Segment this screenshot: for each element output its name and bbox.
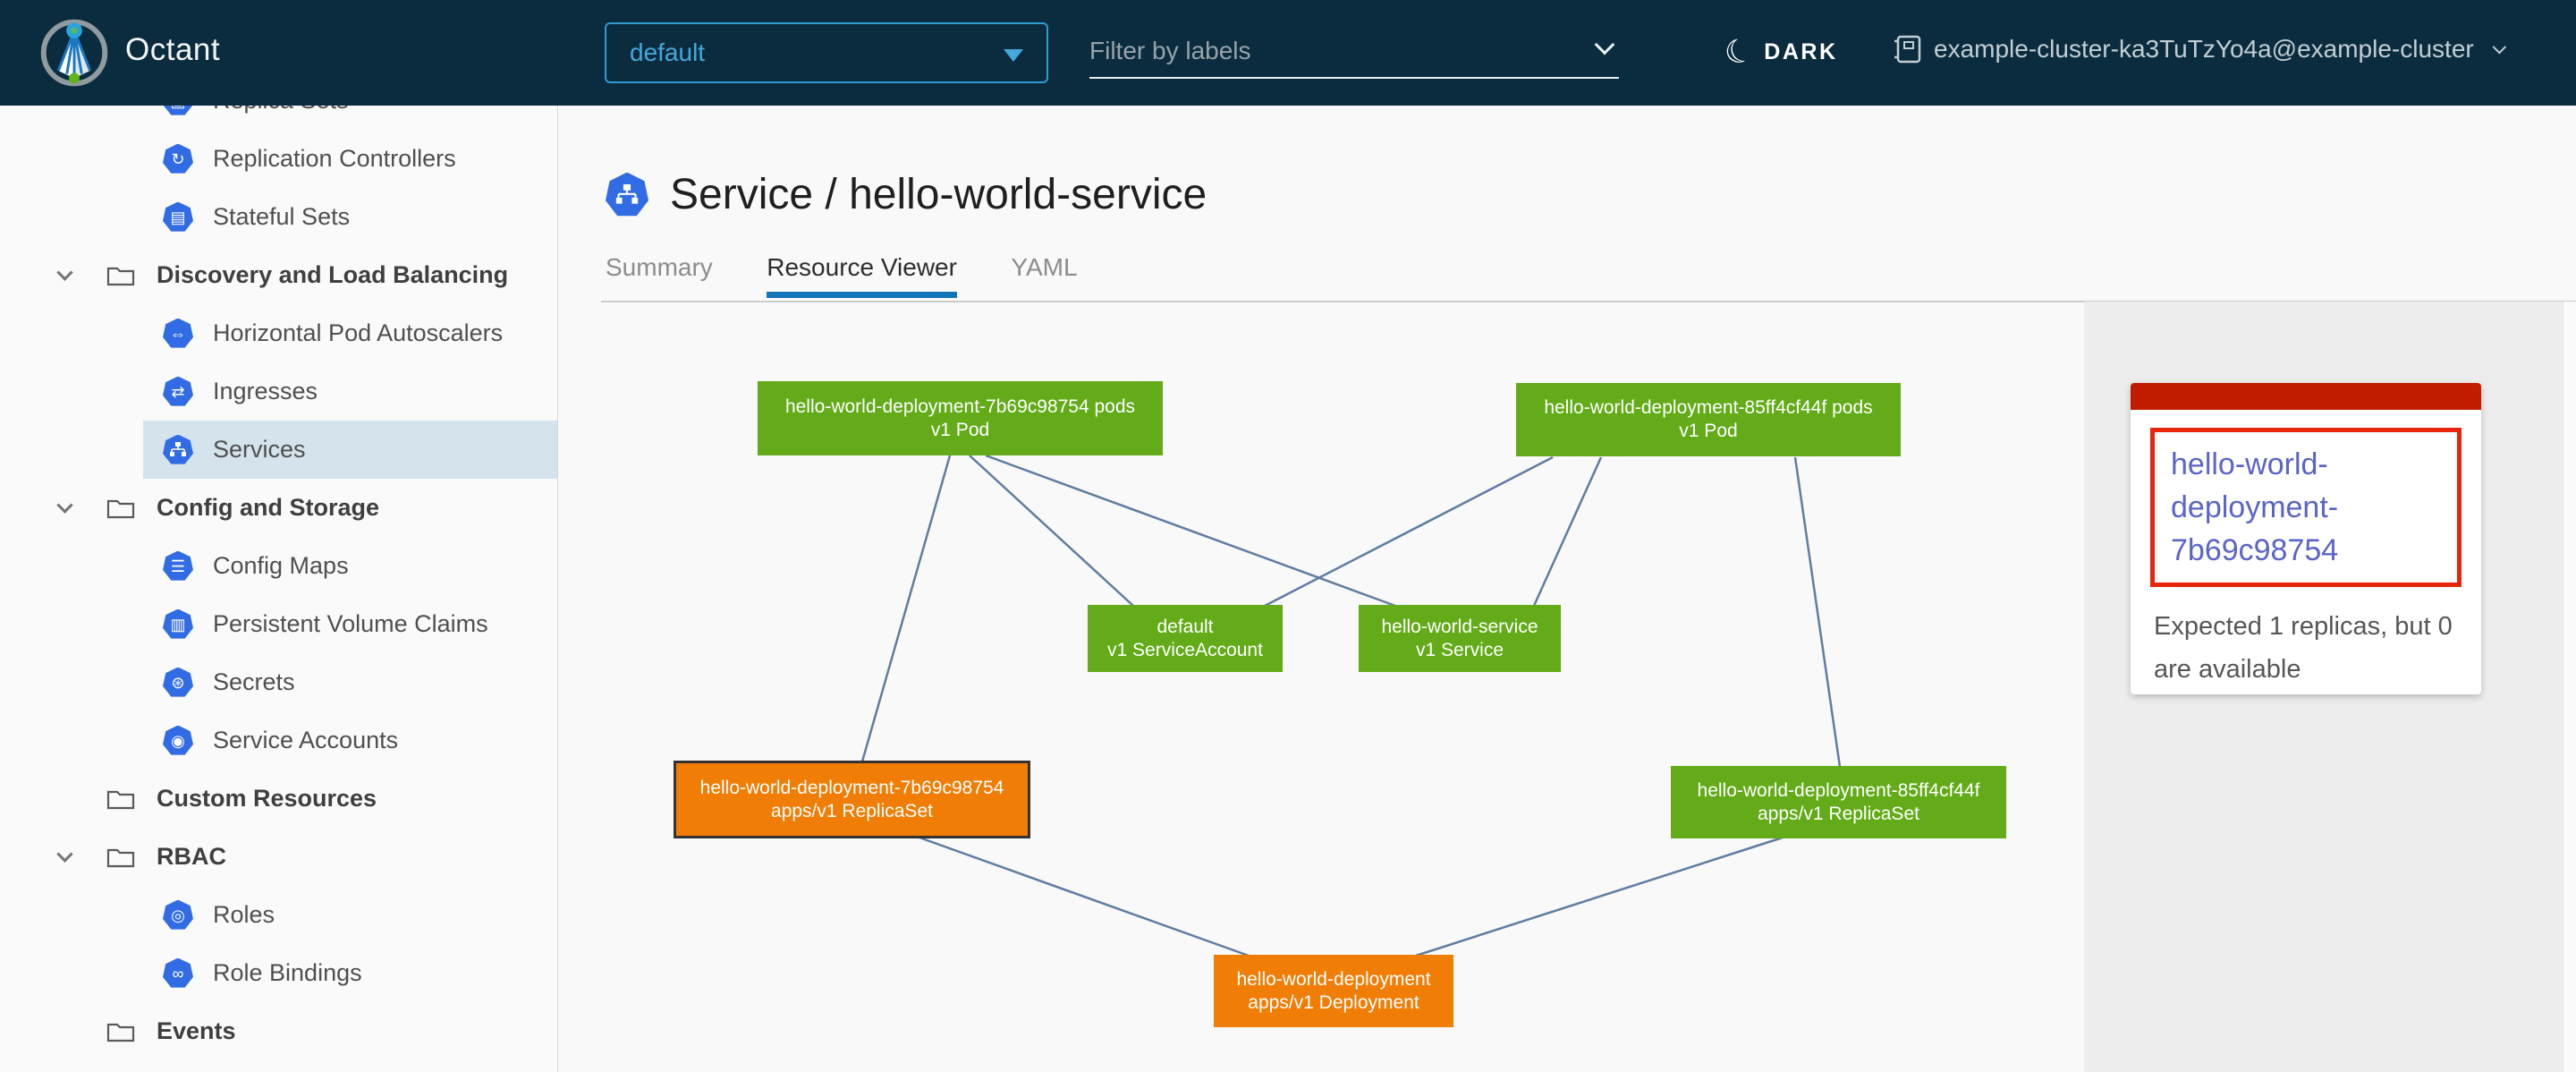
sidebar: ▣ Replica Sets ↻ Replication Controllers… (0, 106, 558, 1072)
graph-edge (986, 455, 1395, 606)
theme-toggle-button[interactable]: ☾ DARK (1724, 34, 1838, 70)
node-name: hello-world-deployment (1214, 968, 1453, 991)
sidebar-group-rbac[interactable]: RBAC (0, 828, 557, 886)
tab-resource-viewer[interactable]: Resource Viewer (767, 252, 957, 298)
cluster-context-label: example-cluster-ka3TuTzYo4a@example-clus… (1934, 35, 2474, 64)
folder-icon (106, 1020, 135, 1043)
folder-icon (106, 846, 135, 869)
node-name: hello-world-service (1359, 616, 1561, 639)
services-icon (163, 435, 193, 465)
replica-warning-message: Expected 1 replicas, but 0 are available (2154, 605, 2458, 691)
resource-alert-box: hello-world-deployment-7b69c98754 (2150, 428, 2462, 587)
node-kind: v1 Pod (1516, 420, 1901, 443)
sidebar-group-discovery-and-load-balancing[interactable]: Discovery and Load Balancing (0, 246, 557, 304)
node-name: hello-world-deployment-7b69c98754 pods (758, 396, 1163, 419)
theme-toggle-label: DARK (1764, 39, 1837, 65)
stateful-sets-icon: ▤ (163, 202, 193, 233)
graph-edge (862, 455, 950, 761)
folder-icon (106, 264, 135, 287)
graph-edge (1265, 457, 1553, 606)
node-name: hello-world-deployment-85ff4cf44f (1671, 779, 2006, 803)
tab-summary[interactable]: Summary (606, 252, 713, 298)
chevron-down-icon[interactable] (56, 264, 72, 280)
sidebar-item-persistent-volume-claims[interactable]: ▥ Persistent Volume Claims (0, 595, 557, 653)
graph-node-replicaset-7b69c98754[interactable]: hello-world-deployment-7b69c98754 apps/v… (674, 761, 1030, 838)
secrets-icon: ⊛ (163, 668, 193, 698)
sidebar-item-stateful-sets[interactable]: ▤ Stateful Sets (0, 188, 557, 246)
cluster-icon (1893, 34, 1921, 64)
graph-edge (1534, 457, 1601, 606)
config-maps-icon: ☰ (163, 551, 193, 582)
scrollbar-track[interactable] (2563, 302, 2576, 1072)
roles-icon: ◎ (163, 900, 193, 931)
persistent-volume-claims-icon: ▥ (163, 609, 193, 640)
label-filter-input[interactable] (1089, 25, 1619, 77)
sidebar-item-services[interactable]: Services (0, 421, 557, 479)
service-icon (606, 173, 648, 217)
app-title: Octant (125, 32, 220, 68)
role-bindings-icon: ∞ (163, 958, 193, 989)
node-kind: v1 Pod (758, 419, 1163, 442)
service-accounts-icon: ◉ (163, 726, 193, 756)
chevron-down-icon (2492, 39, 2506, 54)
graph-edge (970, 455, 1133, 606)
sidebar-group-config-and-storage[interactable]: Config and Storage (0, 479, 557, 537)
graph-node-replicaset-85ff4cf44f[interactable]: hello-world-deployment-85ff4cf44f apps/v… (1671, 766, 2006, 838)
moon-icon: ☾ (1720, 30, 1758, 73)
replication-controllers-icon: ↻ (163, 144, 193, 174)
graph-node-deployment[interactable]: hello-world-deployment apps/v1 Deploymen… (1214, 955, 1453, 1027)
folder-icon (106, 497, 135, 520)
node-name: default (1088, 616, 1283, 639)
graph-node-pods-85ff4cf44f[interactable]: hello-world-deployment-85ff4cf44f pods v… (1516, 383, 1901, 456)
cluster-context-menu[interactable]: example-cluster-ka3TuTzYo4a@example-clus… (1893, 34, 2502, 64)
sidebar-item-horizontal-pod-autoscalers[interactable]: ⇔ Horizontal Pod Autoscalers (0, 304, 557, 362)
sidebar-item-service-accounts[interactable]: ◉ Service Accounts (0, 711, 557, 770)
namespace-dropdown[interactable]: default (605, 22, 1048, 83)
page-title: Service / hello-world-service (670, 170, 1207, 219)
sidebar-item-role-bindings[interactable]: ∞ Role Bindings (0, 944, 557, 1002)
graph-edge (1795, 457, 1840, 767)
card-status-bar (2131, 383, 2481, 410)
graph-edge (1416, 838, 1783, 956)
node-kind: apps/v1 Deployment (1214, 991, 1453, 1015)
sidebar-item-replica-sets[interactable]: ▣ Replica Sets (0, 106, 557, 130)
caret-down-icon (1004, 49, 1023, 62)
graph-node-default-serviceaccount[interactable]: default v1 ServiceAccount (1088, 605, 1283, 672)
detail-panel: hello-world-deployment-7b69c98754 Expect… (2084, 302, 2576, 1072)
octant-logo (39, 18, 109, 88)
sidebar-group-custom-resources[interactable]: Custom Resources (0, 770, 557, 828)
replica-sets-icon: ▣ (163, 106, 193, 116)
selected-resource-card: hello-world-deployment-7b69c98754 Expect… (2131, 383, 2481, 694)
sidebar-item-replication-controllers[interactable]: ↻ Replication Controllers (0, 130, 557, 188)
node-kind: apps/v1 ReplicaSet (1671, 803, 2006, 826)
node-name: hello-world-deployment-7b69c98754 (676, 777, 1028, 800)
page-title-row: Service / hello-world-service (606, 170, 1207, 219)
sidebar-item-config-maps[interactable]: ☰ Config Maps (0, 537, 557, 595)
sidebar-item-secrets[interactable]: ⊛ Secrets (0, 653, 557, 711)
label-filter (1089, 25, 1619, 79)
chevron-down-icon[interactable] (56, 846, 72, 862)
sidebar-item-roles[interactable]: ◎ Roles (0, 886, 557, 944)
graph-node-pods-7b69c98754[interactable]: hello-world-deployment-7b69c98754 pods v… (758, 381, 1163, 455)
node-name: hello-world-deployment-85ff4cf44f pods (1516, 396, 1901, 420)
resource-link[interactable]: hello-world-deployment-7b69c98754 (2171, 443, 2441, 572)
app-header: Octant default ☾ DARK example-cluster-ka… (0, 0, 2576, 106)
graph-node-hello-world-service[interactable]: hello-world-service v1 Service (1359, 605, 1561, 672)
tab-bar: Summary Resource Viewer YAML (606, 252, 1128, 298)
namespace-dropdown-value: default (630, 38, 705, 67)
node-kind: apps/v1 ReplicaSet (676, 800, 1028, 823)
sidebar-group-events[interactable]: Events (0, 1002, 557, 1060)
folder-icon (106, 787, 135, 811)
node-kind: v1 ServiceAccount (1088, 639, 1283, 662)
octant-app: { "header": { "app_name": "Octant", "nam… (0, 0, 2576, 1072)
node-kind: v1 Service (1359, 639, 1561, 662)
chevron-down-icon[interactable] (56, 497, 72, 513)
horizontal-pod-autoscalers-icon: ⇔ (163, 319, 193, 349)
graph-edge (919, 838, 1249, 956)
ingresses-icon: ⇄ (163, 377, 193, 407)
sidebar-item-ingresses[interactable]: ⇄ Ingresses (0, 362, 557, 421)
tab-yaml[interactable]: YAML (1011, 252, 1077, 298)
